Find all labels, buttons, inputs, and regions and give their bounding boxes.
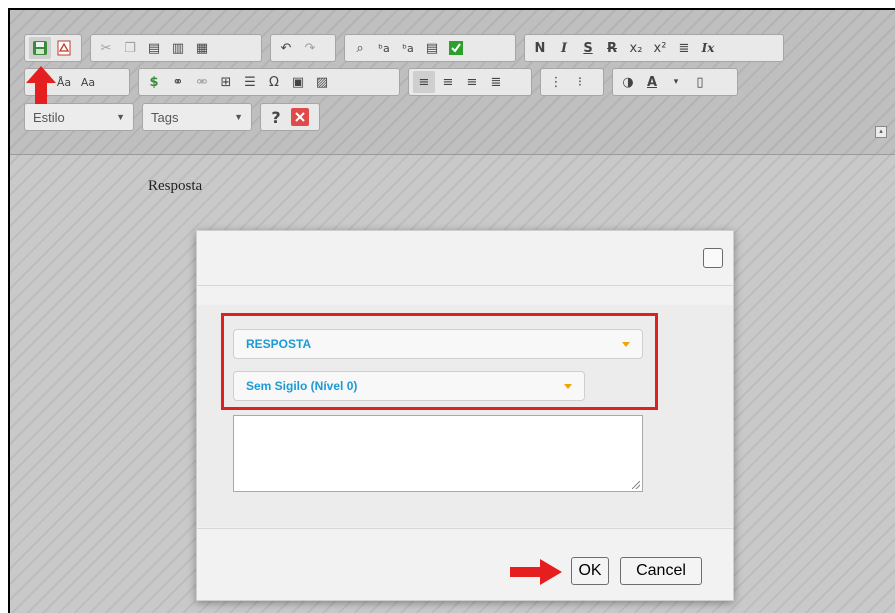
dialog-footer: OK Cancel xyxy=(197,528,733,601)
horizontal-rule-icon[interactable]: ☰ xyxy=(239,71,261,93)
maximize-icon[interactable]: ▯ xyxy=(689,71,711,93)
toolbar-group-align: ≡ ≡ ≡ ≣ xyxy=(408,68,532,96)
chevron-down-icon: ▼ xyxy=(116,112,125,122)
save-icon[interactable] xyxy=(29,37,51,59)
italic-icon[interactable]: I xyxy=(553,37,575,59)
undo-icon[interactable]: ↶ xyxy=(275,37,297,59)
red-up-arrow-icon xyxy=(26,66,56,104)
secrecy-select-value: Sem Sigilo (Nível 0) xyxy=(246,379,358,393)
style-dropdown[interactable]: Estilo ▼ xyxy=(24,103,134,131)
tags-dropdown-label: Tags xyxy=(151,109,179,125)
contrast-icon[interactable]: ◑ xyxy=(617,71,639,93)
unlink-icon[interactable]: ⚮ xyxy=(191,71,213,93)
close-icon[interactable] xyxy=(289,106,311,128)
toolbar-group-misc: ◑ A ▾ ▯ xyxy=(612,68,738,96)
caret-down-icon xyxy=(564,383,572,389)
dialog-header xyxy=(197,231,733,286)
select-all-icon[interactable]: ▤ xyxy=(421,37,443,59)
toolbar-group-clipboard: ✂ ❐ ▤ ▥ ▦ xyxy=(90,34,262,62)
numbered-list-icon[interactable]: ⋮ xyxy=(545,71,567,93)
editor-window: ✂ ❐ ▤ ▥ ▦ ↶ ↷ ⌕ ᵇa ᵇa ▤ N I S R x₂ x² ≣ xyxy=(8,8,895,613)
comment-textarea[interactable] xyxy=(233,415,643,492)
image-icon[interactable]: ▣ xyxy=(287,71,309,93)
remove-format-icon[interactable]: Ix xyxy=(697,37,719,59)
align-right-icon[interactable]: ≡ xyxy=(461,71,483,93)
dialog: RESPOSTA Sem Sigilo (Nível 0) OK Cancel xyxy=(196,230,734,601)
align-left-icon[interactable]: ≡ xyxy=(413,71,435,93)
toolbar-group-lists: ⋮ ⁝ xyxy=(540,68,604,96)
toolbar-group-format: N I S R x₂ x² ≣ Ix xyxy=(524,34,784,62)
font-icon[interactable]: Aa xyxy=(77,71,99,93)
editor-toolbar: ✂ ❐ ▤ ▥ ▦ ↶ ↷ ⌕ ᵇa ᵇa ▤ N I S R x₂ x² ≣ xyxy=(10,10,895,155)
resize-handle-icon[interactable] xyxy=(632,481,640,489)
font-color-icon[interactable]: A xyxy=(641,71,663,93)
superscript-icon[interactable]: x² xyxy=(649,37,671,59)
paste-text-icon[interactable]: ▥ xyxy=(167,37,189,59)
pdf-icon[interactable] xyxy=(53,37,75,59)
link-icon[interactable]: ⚭ xyxy=(167,71,189,93)
help-icon[interactable]: ? xyxy=(265,106,287,128)
style-dropdown-label: Estilo xyxy=(33,109,65,125)
special-char-icon[interactable]: Ω xyxy=(263,71,285,93)
type-select-value: RESPOSTA xyxy=(246,337,312,351)
chevron-down-icon: ▼ xyxy=(234,112,243,122)
align-icon[interactable]: ≣ xyxy=(673,37,695,59)
cut-icon[interactable]: ✂ xyxy=(95,37,117,59)
replace-all-icon[interactable]: ᵇa xyxy=(397,37,419,59)
toolbar-group-undo: ↶ ↷ xyxy=(270,34,336,62)
caret-down-icon xyxy=(622,341,630,347)
subscript-icon[interactable]: x₂ xyxy=(625,37,647,59)
toolbar-group-insert: $ ⚭ ⚮ ⊞ ☰ Ω ▣ ▨ xyxy=(138,68,400,96)
bold-icon[interactable]: N xyxy=(529,37,551,59)
dialog-body: RESPOSTA Sem Sigilo (Nível 0) xyxy=(197,305,733,527)
tags-dropdown[interactable]: Tags ▼ xyxy=(142,103,252,131)
dollar-icon[interactable]: $ xyxy=(143,71,165,93)
align-justify-icon[interactable]: ≣ xyxy=(485,71,507,93)
chevron-down-icon[interactable]: ▾ xyxy=(665,71,687,93)
toolbar-group-document xyxy=(24,34,82,62)
dialog-close-checkbox[interactable] xyxy=(703,248,723,268)
type-select[interactable]: RESPOSTA xyxy=(233,329,643,359)
spellcheck-icon[interactable] xyxy=(445,37,467,59)
underline-icon[interactable]: S xyxy=(577,37,599,59)
ok-button[interactable]: OK xyxy=(571,557,609,585)
bullet-list-icon[interactable]: ⁝ xyxy=(569,71,591,93)
table-icon[interactable]: ⊞ xyxy=(215,71,237,93)
secrecy-select[interactable]: Sem Sigilo (Nível 0) xyxy=(233,371,585,401)
copy-icon[interactable]: ❐ xyxy=(119,37,141,59)
find-icon[interactable]: ⌕ xyxy=(349,37,371,59)
strikethrough-icon[interactable]: R xyxy=(601,37,623,59)
paste-word-icon[interactable]: ▦ xyxy=(191,37,213,59)
paste-icon[interactable]: ▤ xyxy=(143,37,165,59)
collapse-toolbar-icon[interactable]: ▴ xyxy=(875,126,887,138)
toolbar-group-help: ? xyxy=(260,103,320,131)
toolbar-group-editing: ⌕ ᵇa ᵇa ▤ xyxy=(344,34,516,62)
font-size-icon[interactable]: Åa xyxy=(53,71,75,93)
editor-content[interactable]: Resposta xyxy=(148,178,202,195)
replace-icon[interactable]: ᵇa xyxy=(373,37,395,59)
picture-icon[interactable]: ▨ xyxy=(311,71,333,93)
red-right-arrow-icon xyxy=(510,559,562,585)
cancel-button[interactable]: Cancel xyxy=(620,557,702,585)
align-center-icon[interactable]: ≡ xyxy=(437,71,459,93)
redo-icon[interactable]: ↷ xyxy=(299,37,321,59)
